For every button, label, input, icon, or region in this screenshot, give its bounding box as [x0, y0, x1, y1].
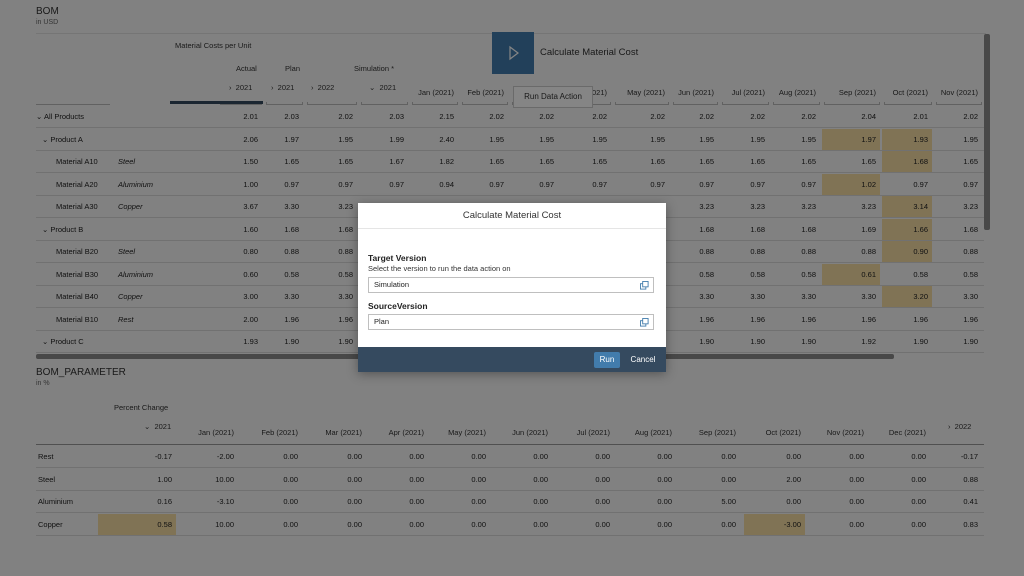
source-version-label: SourceVersion	[368, 301, 428, 311]
cancel-button[interactable]: Cancel	[626, 352, 660, 368]
value-help-icon[interactable]	[640, 281, 649, 290]
target-version-input[interactable]: Simulation	[368, 277, 654, 293]
target-version-value: Simulation	[374, 280, 410, 289]
source-version-input[interactable]: Plan	[368, 314, 654, 330]
target-version-label: Target Version	[368, 253, 427, 263]
run-button[interactable]: Run	[594, 352, 620, 368]
dialog-title: Calculate Material Cost	[358, 203, 666, 229]
value-help-icon[interactable]	[640, 318, 649, 327]
target-version-description: Select the version to run the data actio…	[368, 264, 511, 273]
calculate-material-cost-dialog: Calculate Material Cost Target Version S…	[358, 203, 666, 372]
source-version-value: Plan	[374, 317, 390, 326]
dialog-footer: Run Cancel	[358, 347, 666, 372]
